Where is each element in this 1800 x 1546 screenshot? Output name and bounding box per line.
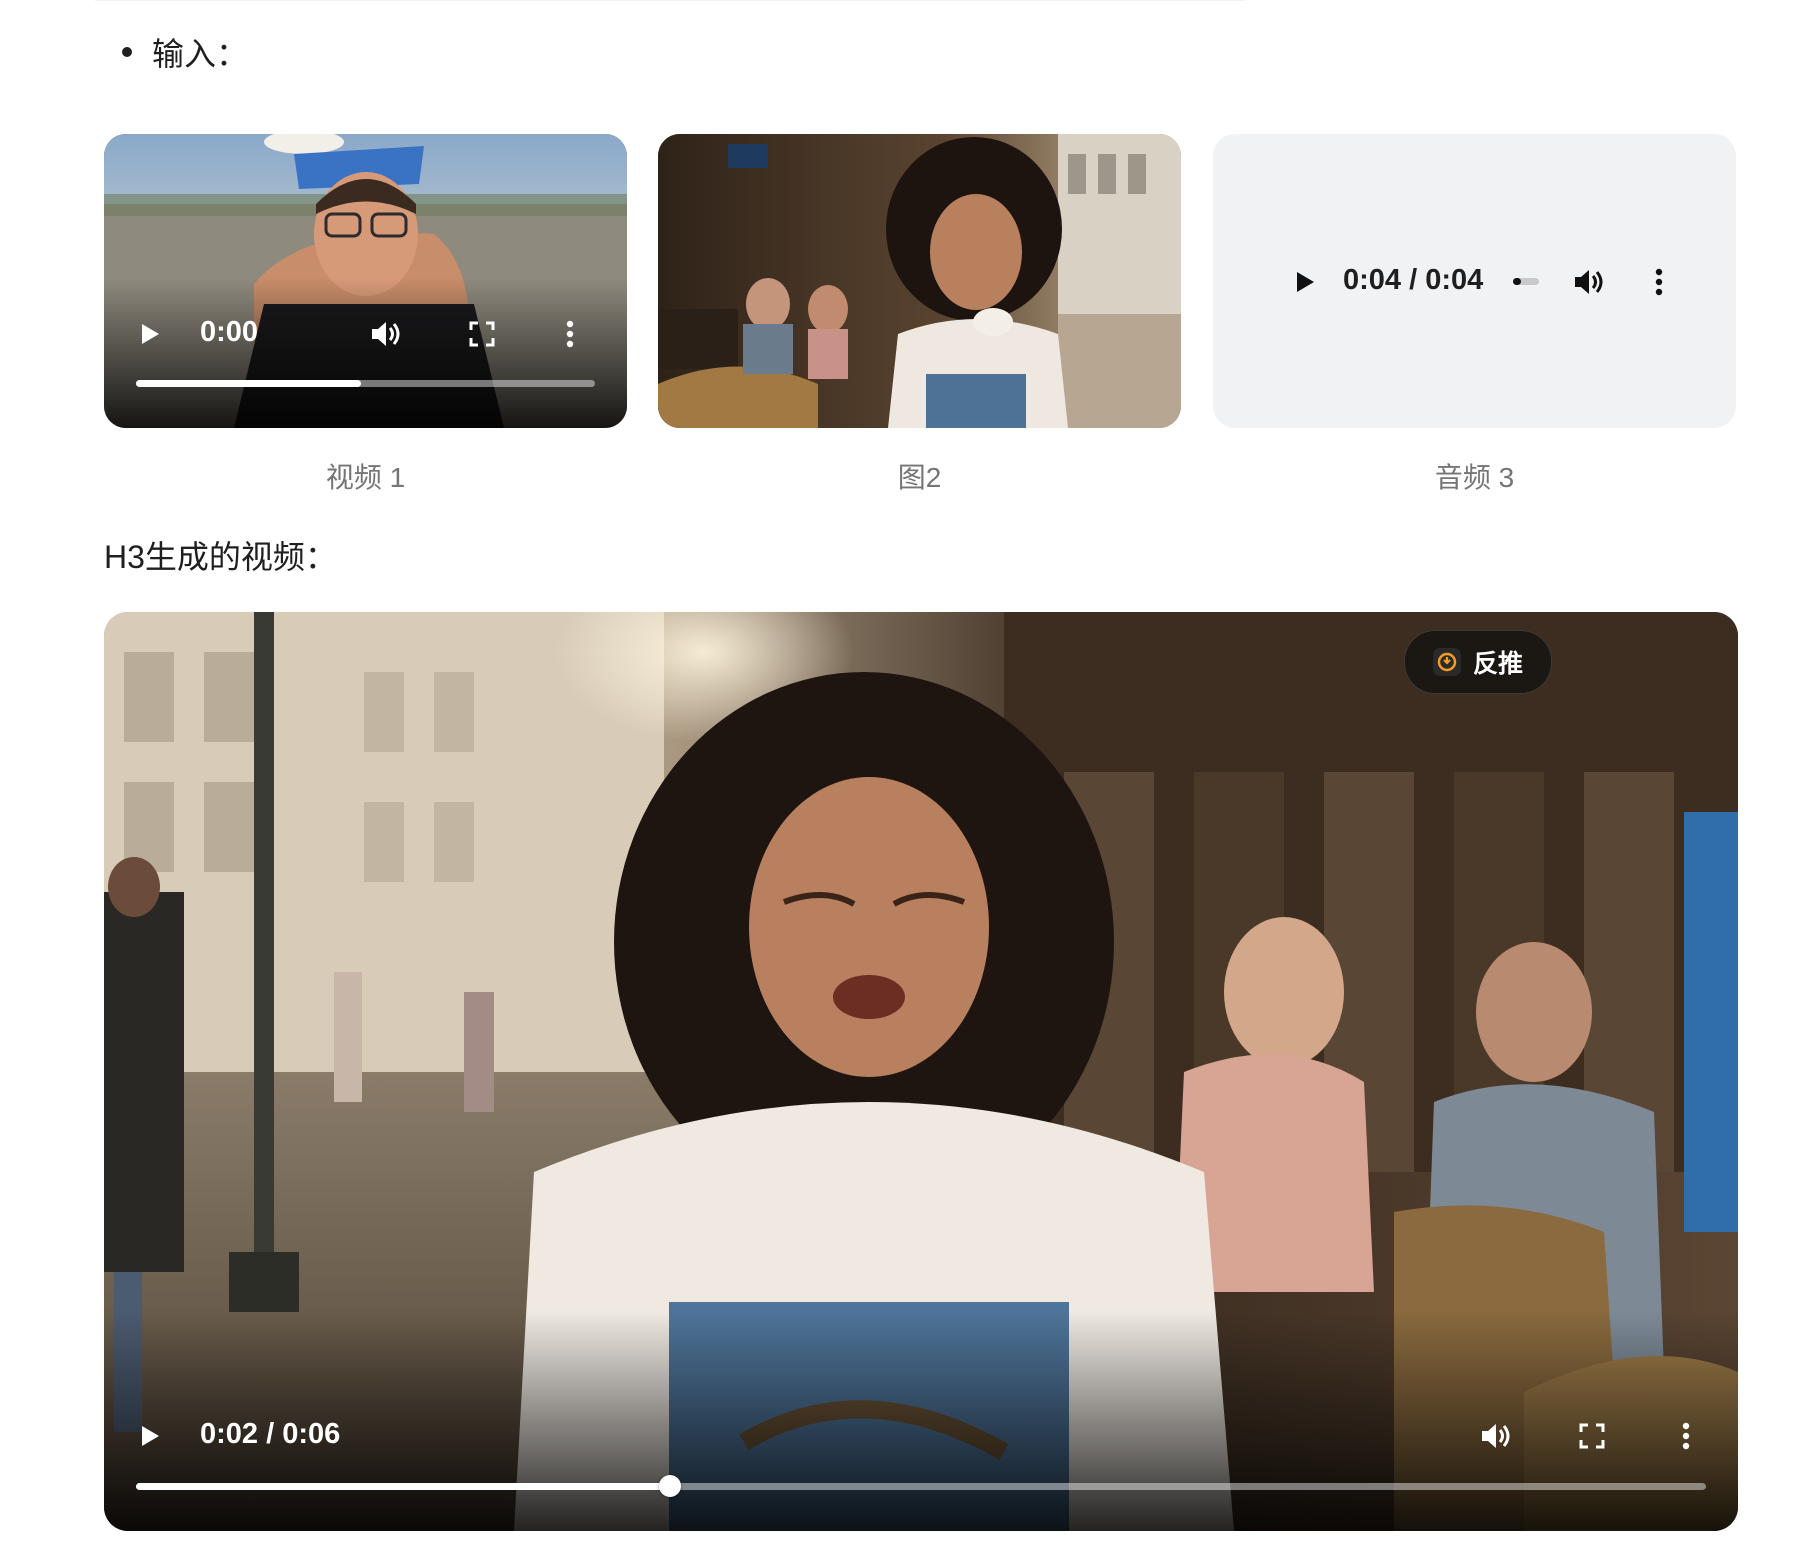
video-progress-bar[interactable] [136,380,595,387]
reverse-prompt-button[interactable]: 反推 [1404,630,1552,694]
generated-video-player[interactable]: 反推 0:02 / 0:06 [104,612,1738,1531]
caption-image-2: 图2 [897,462,942,493]
main-video-time: 0:02 / 0:06 [200,1418,341,1450]
input-audio-player[interactable]: 0:04 / 0:04 [1213,134,1736,428]
fullscreen-icon[interactable] [1576,1420,1608,1452]
input-video-player[interactable]: 0:00 [104,134,627,428]
volume-fill [1513,278,1521,285]
main-video-progress-bar[interactable] [136,1475,1706,1497]
progress-fill [136,380,361,387]
volume-icon[interactable] [1569,264,1609,300]
progress-scrubber-knob[interactable] [658,1475,681,1497]
controls-shade [104,278,627,428]
output-heading: H3生成的视频： [104,539,337,575]
more-options-icon[interactable] [1647,266,1671,298]
play-icon[interactable] [1289,266,1321,298]
reverse-prompt-icon [1432,648,1461,676]
input-image [658,134,1181,428]
caption-video-1: 视频 1 [325,462,406,493]
cafe-woman-image [658,134,1181,428]
volume-icon[interactable] [1476,1418,1516,1454]
more-options-icon[interactable] [1674,1420,1698,1452]
input-heading: 输入： [122,28,248,76]
top-divider [95,0,1245,9]
progress-fill [136,1483,670,1490]
fullscreen-icon[interactable] [466,318,498,350]
caption-audio-3: 音频 3 [1434,462,1515,493]
audio-volume-slider[interactable] [1513,278,1539,285]
video-time: 0:00 [200,316,259,348]
play-icon[interactable] [134,318,166,350]
audio-time: 0:04 / 0:04 [1343,264,1484,296]
reverse-prompt-label: 反推 [1472,650,1523,678]
play-icon[interactable] [134,1420,166,1452]
more-options-icon[interactable] [558,318,582,350]
volume-icon[interactable] [366,316,406,352]
input-label: 输入： [152,36,249,72]
bullet-dot [122,47,132,57]
